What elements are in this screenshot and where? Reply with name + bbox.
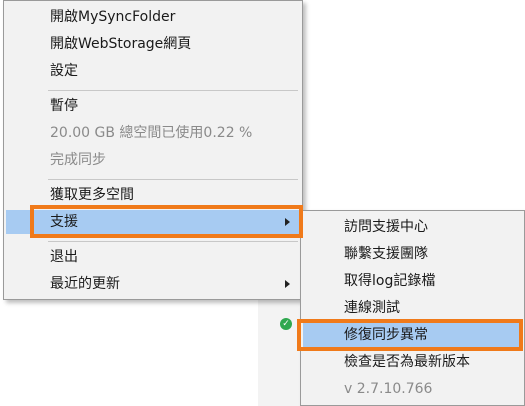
menu-item-recent-updates[interactable]: 最近的更新 <box>6 272 300 296</box>
menu-separator <box>48 90 298 91</box>
chevron-right-icon <box>285 218 290 226</box>
check-icon[interactable]: ✓ <box>280 318 292 330</box>
menu-item-get-more-space[interactable]: 獲取更多空間 <box>6 183 300 207</box>
submenu-item-connection-test[interactable]: 連線測試 <box>303 296 522 320</box>
menu-item-open-webstorage[interactable]: 開啟WebStorage網頁 <box>6 32 300 56</box>
submenu-item-visit-support-center[interactable]: 訪問支援中心 <box>303 215 522 239</box>
menu-separator <box>48 241 298 242</box>
menu-item-open-mysyncfolder[interactable]: 開啟MySyncFolder <box>6 5 300 29</box>
version-text: v 2.7.10.766 <box>344 381 433 397</box>
menu-item-support[interactable]: 支援 <box>6 210 300 234</box>
menu-item-recent-updates-label: 最近的更新 <box>50 276 120 292</box>
menu-item-pause[interactable]: 暫停 <box>6 94 300 118</box>
submenu-item-contact-support[interactable]: 聯繫支援團隊 <box>303 242 522 266</box>
support-submenu: 訪問支援中心 聯繫支援團隊 取得log記錄檔 連線測試 修復同步異常 檢查是否為… <box>300 210 525 406</box>
submenu-item-repair-sync[interactable]: 修復同步異常 <box>303 323 522 347</box>
menu-separator <box>48 179 298 180</box>
submenu-item-check-version[interactable]: 檢查是否為最新版本 <box>303 350 522 374</box>
chevron-right-icon <box>285 280 290 288</box>
context-menu: 開啟MySyncFolder 開啟WebStorage網頁 設定 暫停 20.0… <box>3 0 303 300</box>
submenu-item-get-log[interactable]: 取得log記錄檔 <box>303 269 522 293</box>
desktop: ✓ 開啟MySyncFolder 開啟WebStorage網頁 設定 暫停 20… <box>0 0 525 406</box>
sync-status-text: 完成同步 <box>50 152 106 168</box>
menu-item-settings[interactable]: 設定 <box>6 59 300 83</box>
storage-usage-text: 20.00 GB 總空間已使用0.22 % <box>50 125 253 141</box>
menu-item-exit[interactable]: 退出 <box>6 245 300 269</box>
menu-item-support-label: 支援 <box>50 214 78 230</box>
